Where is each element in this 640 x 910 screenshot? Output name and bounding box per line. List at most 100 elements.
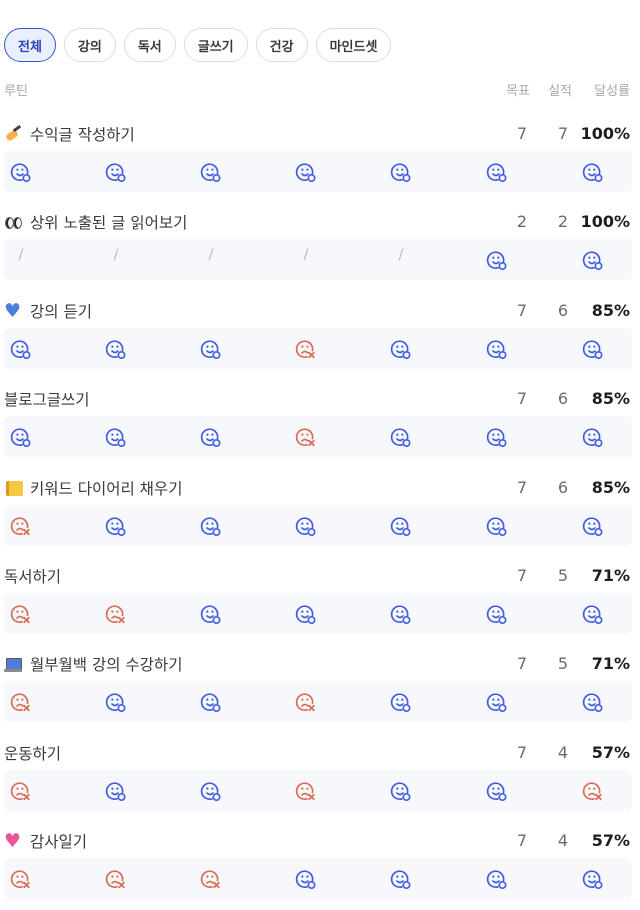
writing-hand-icon xyxy=(4,126,22,142)
eyes-icon xyxy=(4,214,22,230)
fail-face-icon[interactable] xyxy=(582,780,604,802)
routine-row[interactable]: 감사일기 7 4 57% xyxy=(0,819,640,907)
success-face-icon[interactable] xyxy=(486,161,508,183)
routine-row[interactable]: 운동하기 7 4 57% xyxy=(0,731,640,819)
routine-goal: 7 xyxy=(516,654,527,674)
success-face-icon[interactable] xyxy=(582,249,604,271)
routine-row[interactable]: 상위 노출된 글 읽어보기 2 2 100% / / / / / xyxy=(0,200,640,288)
routine-goal: 7 xyxy=(516,477,527,497)
header-goal: 목표 xyxy=(506,84,530,99)
success-face-icon[interactable] xyxy=(10,338,32,360)
success-face-icon[interactable] xyxy=(200,515,222,537)
header-routine: 루틴 xyxy=(4,84,28,99)
tab-mindset[interactable]: 마인드셋 xyxy=(315,28,392,62)
routine-actual: 5 xyxy=(557,566,568,585)
success-face-icon[interactable] xyxy=(582,338,604,360)
routine-title-text: 감사일기 xyxy=(30,833,88,852)
success-face-icon[interactable] xyxy=(200,426,222,448)
success-face-icon[interactable] xyxy=(390,161,412,183)
routine-actual: 4 xyxy=(557,742,568,762)
success-face-icon[interactable] xyxy=(105,338,127,360)
success-face-icon[interactable] xyxy=(486,515,508,537)
success-face-icon[interactable] xyxy=(10,161,32,183)
success-face-icon[interactable] xyxy=(390,338,412,360)
success-face-icon[interactable] xyxy=(390,426,412,448)
success-face-icon[interactable] xyxy=(105,426,127,448)
routine-actual: 6 xyxy=(557,300,568,320)
fail-face-icon[interactable] xyxy=(295,338,317,360)
success-face-icon[interactable] xyxy=(105,691,127,713)
success-face-icon[interactable] xyxy=(200,338,222,360)
success-face-icon[interactable] xyxy=(486,603,508,625)
routine-rate: 100% xyxy=(580,124,630,143)
success-face-icon[interactable] xyxy=(105,780,127,802)
routine-goal: 7 xyxy=(516,566,527,585)
success-face-icon[interactable] xyxy=(486,426,508,448)
routine-rate: 85% xyxy=(591,300,630,320)
success-face-icon[interactable] xyxy=(582,515,604,537)
success-face-icon[interactable] xyxy=(582,691,604,713)
routine-row[interactable]: 수익글 작성하기 7 7 100% xyxy=(0,112,640,200)
tab-health[interactable]: 건강 xyxy=(255,28,308,62)
fail-face-icon[interactable] xyxy=(10,603,32,625)
success-face-icon[interactable] xyxy=(295,161,317,183)
success-face-icon[interactable] xyxy=(486,868,508,890)
routine-goal: 7 xyxy=(516,742,527,762)
weekly-check-row xyxy=(4,593,632,634)
fail-face-icon[interactable] xyxy=(10,780,32,802)
fail-face-icon[interactable] xyxy=(10,515,32,537)
success-face-icon[interactable] xyxy=(200,161,222,183)
tab-all[interactable]: 전체 xyxy=(4,28,56,62)
success-face-icon[interactable] xyxy=(390,691,412,713)
success-face-icon[interactable] xyxy=(486,338,508,360)
success-face-icon[interactable] xyxy=(105,161,127,183)
routine-row[interactable]: 블로그글쓰기 7 6 85% xyxy=(0,377,640,465)
routine-goal: 7 xyxy=(516,300,527,320)
success-face-icon[interactable] xyxy=(390,515,412,537)
tab-lecture[interactable]: 강의 xyxy=(63,28,116,62)
success-face-icon[interactable] xyxy=(582,426,604,448)
success-face-icon[interactable] xyxy=(200,691,222,713)
success-face-icon[interactable] xyxy=(390,603,412,625)
success-face-icon[interactable] xyxy=(582,161,604,183)
success-face-icon[interactable] xyxy=(486,691,508,713)
routine-row[interactable]: 월부월백 강의 수강하기 7 5 71% xyxy=(0,642,640,730)
fail-face-icon[interactable] xyxy=(10,691,32,713)
success-face-icon[interactable] xyxy=(295,868,317,890)
routine-title-text: 상위 노출된 글 읽어보기 xyxy=(30,214,188,233)
success-face-icon[interactable] xyxy=(582,603,604,625)
success-face-icon[interactable] xyxy=(486,780,508,802)
routine-row[interactable]: 독서하기 7 5 71% xyxy=(0,554,640,642)
fail-face-icon[interactable] xyxy=(10,868,32,890)
fail-face-icon[interactable] xyxy=(295,691,317,713)
success-face-icon[interactable] xyxy=(486,249,508,271)
routine-row[interactable]: 강의 듣기 7 6 85% xyxy=(0,289,640,377)
success-face-icon[interactable] xyxy=(200,603,222,625)
header-actual: 실적 xyxy=(548,84,572,99)
routine-actual: 4 xyxy=(557,831,568,851)
success-face-icon[interactable] xyxy=(105,515,127,537)
routine-row[interactable]: 키워드 다이어리 채우기 7 6 85% xyxy=(0,466,640,554)
fail-face-icon[interactable] xyxy=(295,426,317,448)
routine-actual: 2 xyxy=(557,212,568,232)
success-face-icon[interactable] xyxy=(390,868,412,890)
tab-writing[interactable]: 글쓰기 xyxy=(183,28,248,62)
success-face-icon[interactable] xyxy=(582,868,604,890)
table-header: 루틴 목표 실적 달성률 xyxy=(4,80,632,100)
routine-title-text: 블로그글쓰기 xyxy=(4,391,90,410)
success-face-icon[interactable] xyxy=(390,780,412,802)
fail-face-icon[interactable] xyxy=(105,868,127,890)
header-rate: 달성률 xyxy=(594,84,630,99)
fail-face-icon[interactable] xyxy=(295,780,317,802)
routine-rate: 57% xyxy=(591,742,630,762)
success-face-icon[interactable] xyxy=(10,426,32,448)
fail-face-icon[interactable] xyxy=(105,603,127,625)
success-face-icon[interactable] xyxy=(295,515,317,537)
fail-face-icon[interactable] xyxy=(200,868,222,890)
success-face-icon[interactable] xyxy=(200,780,222,802)
routine-rate: 85% xyxy=(591,389,630,409)
routine-actual: 7 xyxy=(557,124,568,143)
success-face-icon[interactable] xyxy=(295,603,317,625)
tab-reading[interactable]: 독서 xyxy=(123,28,176,62)
routine-rate: 85% xyxy=(591,477,630,497)
